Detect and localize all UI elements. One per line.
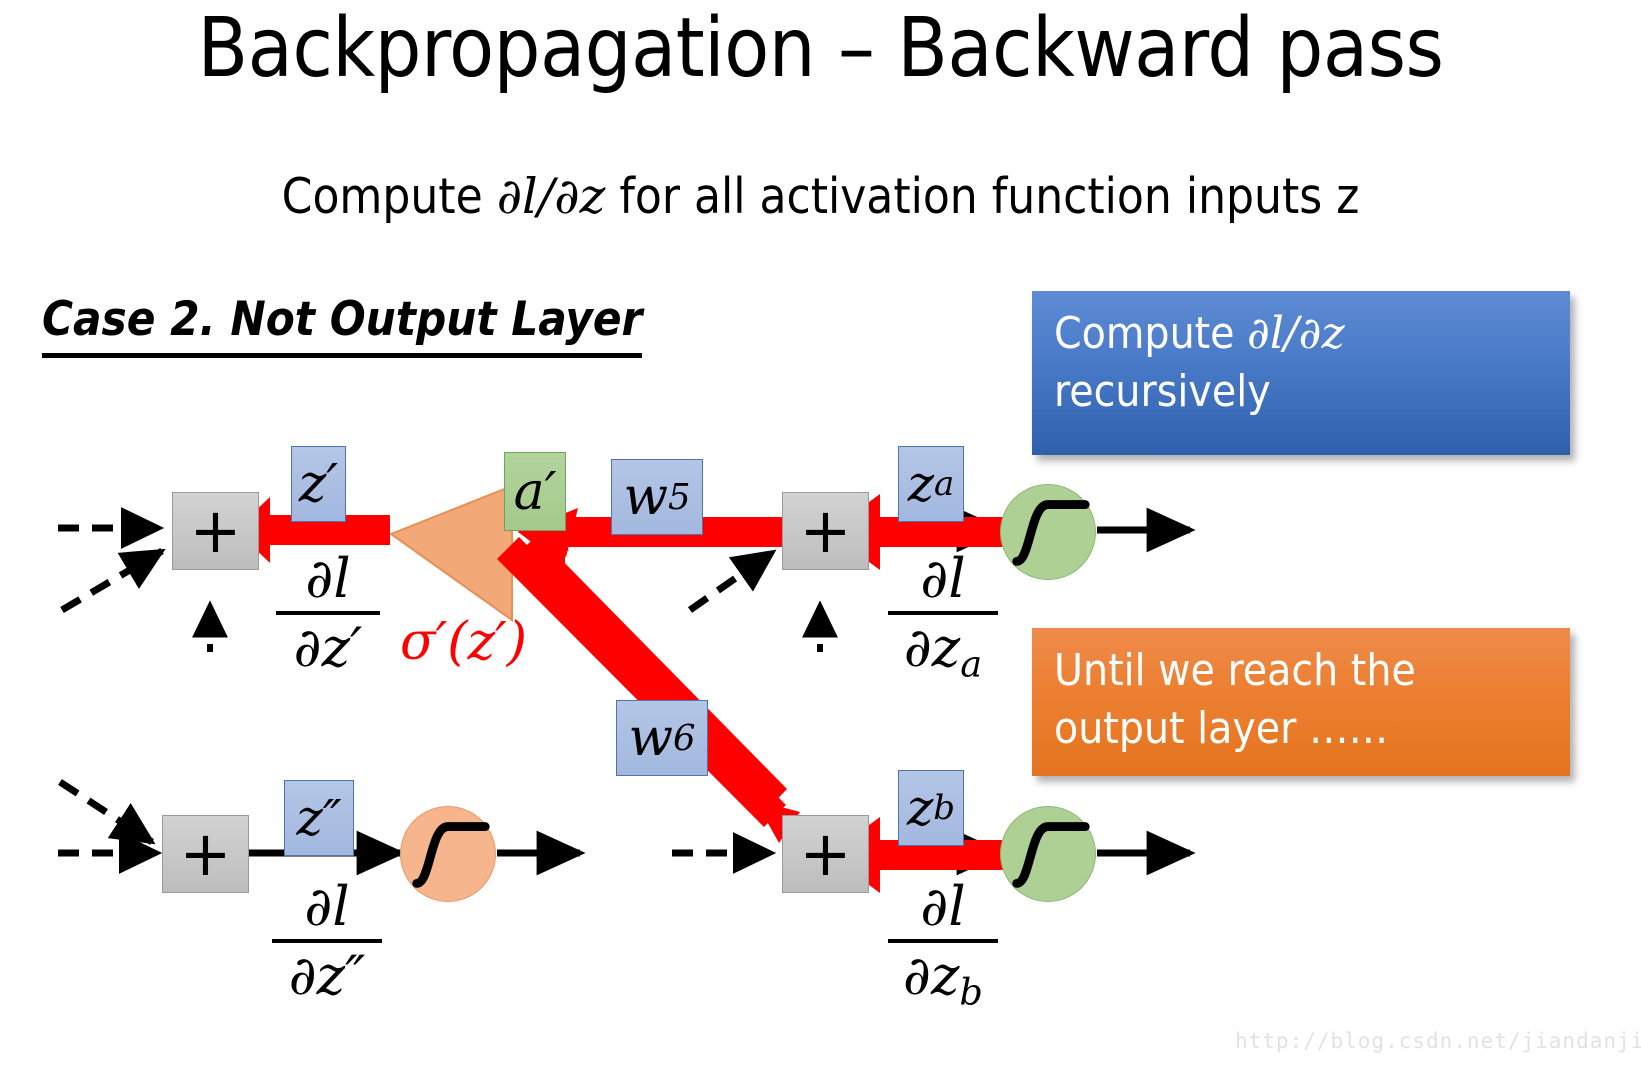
den-base: ∂z	[293, 616, 351, 679]
derivative-dl-dz-prime-num: ∂l	[305, 547, 351, 610]
derivative-dl-dz-a-num: ∂l	[920, 547, 966, 610]
derivative-dl-dz-double-prime-num: ∂l	[304, 875, 350, 938]
derivative-dl-dz-a-den: ∂za	[884, 619, 1002, 683]
plus-node-bottom-left-label: +	[179, 817, 232, 890]
page-title: Backpropagation – Backward pass	[197, 1, 1444, 96]
plus-node-top-left-label: +	[189, 494, 242, 567]
var-label-z-a: za	[898, 446, 964, 522]
callout-blue-line1-math: ∂l/∂z	[1247, 308, 1345, 359]
den-sup: ″	[345, 944, 366, 1007]
var-label-z-a-sub: a	[934, 464, 955, 504]
subtitle-prefix: Compute	[281, 168, 497, 225]
var-label-z-prime-text: z′	[298, 454, 339, 514]
derivative-dl-dz-b-den: ∂zb	[884, 947, 1002, 1011]
plus-node-bottom-right-label: +	[799, 817, 852, 890]
case-heading: Case 2. Not Output Layer	[42, 292, 643, 358]
var-label-z-double-prime: z″	[284, 780, 354, 856]
derivative-dl-dz-prime: ∂l ∂z′	[272, 552, 384, 675]
fraction-bar	[888, 939, 998, 943]
sigmoid-node-top-right[interactable]	[1000, 484, 1096, 580]
callout-compute-recursively: Compute ∂l/∂z recursively	[1032, 291, 1570, 455]
var-label-w5-sub: 5	[668, 476, 691, 518]
sigmoid-icon	[1012, 500, 1090, 566]
var-label-w6: w6	[616, 700, 708, 776]
var-label-z-a-base: z	[907, 455, 935, 513]
den-sub: b	[959, 970, 983, 1014]
plus-node-top-left[interactable]: +	[172, 492, 259, 570]
den-base: ∂z	[903, 616, 961, 679]
var-label-z-b-base: z	[906, 779, 934, 837]
var-label-a-prime: a′	[504, 452, 566, 531]
plus-node-bottom-left[interactable]: +	[162, 815, 249, 893]
derivative-dl-dz-b-num: ∂l	[920, 875, 966, 938]
watermark: http://blog.csdn.net/jiandanjinxin	[1235, 1029, 1641, 1053]
callout-orange-line2: output layer ……	[1054, 703, 1389, 755]
fraction-bar	[888, 611, 998, 615]
den-sub: a	[960, 642, 983, 686]
derivative-dl-dz-a: ∂l ∂za	[884, 552, 1002, 683]
fraction-bar	[272, 939, 382, 943]
den-base: ∂z	[288, 944, 346, 1007]
var-label-w5: w5	[611, 459, 703, 535]
sigma-prime-label: σ′(z′)	[400, 612, 528, 672]
derivative-triangle	[388, 484, 513, 622]
callout-blue-line1-prefix: Compute	[1054, 308, 1248, 359]
slide-canvas: Backpropagation – Backward pass Compute …	[0, 0, 1641, 1081]
den-base: ∂z	[903, 944, 960, 1007]
derivative-dl-dz-double-prime: ∂l ∂z″	[268, 880, 386, 1003]
plus-node-top-right-label: +	[799, 494, 852, 567]
page-subtitle: Compute ∂l/∂z for all activation functio…	[0, 168, 1641, 225]
var-label-w5-base: w	[623, 467, 668, 527]
var-label-z-prime: z′	[291, 446, 346, 522]
red-arrow-w6-diagonal	[497, 508, 800, 843]
var-label-a-prime-text: a′	[513, 461, 557, 522]
plus-node-top-right[interactable]: +	[782, 492, 869, 570]
den-sup: ′	[350, 616, 363, 679]
var-label-w6-sub: 6	[673, 717, 696, 759]
subtitle-suffix: for all activation function inputs z	[605, 168, 1360, 225]
derivative-dl-dz-b: ∂l ∂zb	[884, 880, 1002, 1011]
fraction-bar	[276, 611, 380, 615]
callout-until-output-layer: Until we reach the output layer ……	[1032, 628, 1570, 776]
derivative-dl-dz-double-prime-den: ∂z″	[268, 947, 386, 1003]
callout-blue-line2: recursively	[1054, 366, 1271, 418]
subtitle-math: ∂l/∂z	[496, 168, 606, 225]
sigmoid-node-bottom-right[interactable]	[1000, 806, 1096, 902]
sigmoid-icon	[1012, 822, 1090, 888]
var-label-w6-base: w	[628, 708, 673, 768]
callout-blue-line1: Compute ∂l/∂z	[1054, 305, 1548, 363]
callout-orange-line1: Until we reach the	[1054, 645, 1416, 696]
sigmoid-node-bottom-left[interactable]	[400, 806, 496, 902]
var-label-z-b: zb	[898, 770, 964, 846]
sigmoid-icon	[412, 822, 490, 888]
var-label-z-double-prime-text: z″	[296, 789, 342, 847]
derivative-dl-dz-prime-den: ∂z′	[272, 619, 384, 675]
plus-node-bottom-right[interactable]: +	[782, 815, 869, 893]
var-label-z-b-sub: b	[933, 788, 956, 828]
